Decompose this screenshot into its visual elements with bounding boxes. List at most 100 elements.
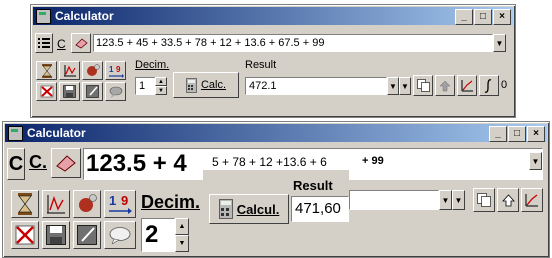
chart-icon [63, 65, 76, 77]
dice-button[interactable] [73, 190, 101, 218]
edit-button[interactable] [73, 221, 101, 249]
result-secondary-arrow[interactable]: ▼ [399, 77, 411, 95]
graph-icon [461, 80, 473, 92]
decimals-spin-down[interactable]: ▼ [175, 235, 189, 252]
copy-button[interactable] [473, 188, 495, 212]
decimals-value: 2 [145, 221, 159, 248]
result-dropdown-arrow[interactable]: ▼ [439, 190, 452, 210]
maximize-button[interactable]: □ [474, 9, 492, 25]
expression-text: 123.5 + 45 + 33.5 + 78 + 12 + 13.6 + 67.… [96, 37, 325, 49]
decimals-input[interactable]: 2 [141, 218, 175, 252]
dice-icon [79, 194, 97, 212]
minimize-button[interactable]: _ [489, 126, 507, 142]
number-sort-button[interactable]: 19 [104, 190, 136, 218]
integral-button[interactable] [479, 75, 499, 96]
result-field-extension [349, 190, 439, 210]
cancel-button[interactable] [11, 221, 39, 249]
calc-button-label: Calcul. [236, 201, 280, 217]
number-sort-icon: 19 [108, 65, 124, 78]
clear-c-button[interactable]: C [7, 148, 25, 180]
up-arrow-button[interactable] [435, 75, 455, 96]
clear-label[interactable]: C. [29, 152, 47, 173]
up-arrow-icon [501, 193, 515, 206]
expression-text-partial: 5 + 78 + 12 +13.6 + 6 [212, 155, 327, 169]
expression-input[interactable]: 123.5 + 45 + 33.5 + 78 + 12 + 13.6 + 67.… [93, 34, 493, 52]
comment-icon [109, 227, 131, 244]
hourglass-button[interactable] [11, 190, 39, 218]
save-button[interactable] [42, 221, 70, 249]
hourglass-icon [41, 63, 52, 78]
title-bar: Calculator _ □ × [5, 124, 547, 142]
window-title: Calculator [27, 126, 86, 140]
expression-dropdown-arrow[interactable]: ▼ [493, 34, 506, 52]
list-button[interactable] [35, 33, 53, 53]
integral-icon [484, 78, 492, 93]
result-value: 471,60 [295, 200, 341, 217]
dice-icon [86, 64, 100, 76]
chart-button[interactable] [42, 190, 70, 218]
decimals-spin-down[interactable]: ▼ [155, 86, 167, 95]
clear-label[interactable]: C [57, 37, 66, 51]
eraser-button[interactable] [51, 148, 81, 178]
decimals-label: Decim. [135, 59, 170, 71]
chart-button[interactable] [59, 61, 80, 80]
decimals-spin-up[interactable]: ▲ [175, 218, 189, 235]
result-dropdown-arrow[interactable]: ▼ [387, 77, 399, 95]
expression-text-tail: + 99 [362, 155, 384, 167]
eraser-icon [75, 38, 88, 49]
comment-button[interactable] [105, 82, 126, 101]
minimize-button[interactable]: _ [455, 9, 473, 25]
result-field[interactable]: 471,60 [291, 196, 349, 222]
save-button[interactable] [59, 82, 80, 101]
calc-button[interactable]: Calc. [173, 72, 239, 98]
comment-button[interactable] [104, 221, 136, 249]
graph-icon [525, 194, 538, 207]
result-label: Result [245, 59, 277, 71]
number-sort-icon: 19 [109, 193, 132, 214]
edit-icon [86, 85, 99, 98]
up-arrow-button[interactable] [497, 188, 519, 212]
title-bar: Calculator _ □ × [33, 7, 513, 25]
calc-button-label: Calc. [200, 79, 227, 91]
decimals-label: Decim. [141, 192, 201, 212]
svg-text:9: 9 [121, 193, 128, 208]
cancel-button[interactable] [36, 82, 57, 101]
calculator-window-small: Calculator _ □ × C 123.5 + 45 + 33.5 + 7… [30, 4, 516, 118]
save-icon [63, 85, 76, 98]
close-button[interactable]: × [527, 126, 545, 142]
window-title: Calculator [55, 9, 114, 23]
edit-button[interactable] [82, 82, 103, 101]
result-value: 472.1 [249, 80, 277, 92]
close-button[interactable]: × [493, 9, 511, 25]
decimals-spin-up[interactable]: ▲ [155, 77, 167, 86]
list-icon [38, 38, 50, 48]
expression-text-large: 123.5 + 4 [86, 150, 187, 177]
eraser-icon [56, 155, 76, 172]
copy-button[interactable] [413, 75, 433, 96]
graph-button[interactable] [457, 75, 477, 96]
graph-button[interactable] [521, 188, 543, 212]
hourglass-icon [18, 193, 32, 215]
hourglass-button[interactable] [36, 61, 57, 80]
eraser-button[interactable] [71, 33, 91, 53]
calculator-app-icon [36, 8, 51, 24]
clear-c-label: C [8, 152, 24, 175]
svg-text:9: 9 [116, 65, 121, 74]
cancel-icon [40, 85, 53, 98]
number-sort-button[interactable]: 19 [105, 61, 126, 80]
decimals-value: 1 [139, 80, 146, 92]
result-secondary-arrow[interactable]: ▼ [452, 190, 465, 210]
calculator-app-icon [8, 125, 23, 141]
result-field[interactable]: 472.1 [245, 77, 387, 95]
dice-button[interactable] [82, 61, 103, 80]
calc-button[interactable]: Calcul. [209, 194, 289, 224]
svg-text:1: 1 [109, 65, 114, 74]
up-arrow-icon [439, 80, 451, 91]
maximize-button[interactable]: □ [508, 126, 526, 142]
copy-icon [416, 79, 430, 92]
cancel-icon [15, 225, 35, 245]
calculator-icon [218, 199, 233, 219]
result-label: Result [293, 178, 333, 193]
expression-dropdown-arrow[interactable]: ▼ [529, 152, 542, 170]
calculator-icon [186, 77, 197, 93]
